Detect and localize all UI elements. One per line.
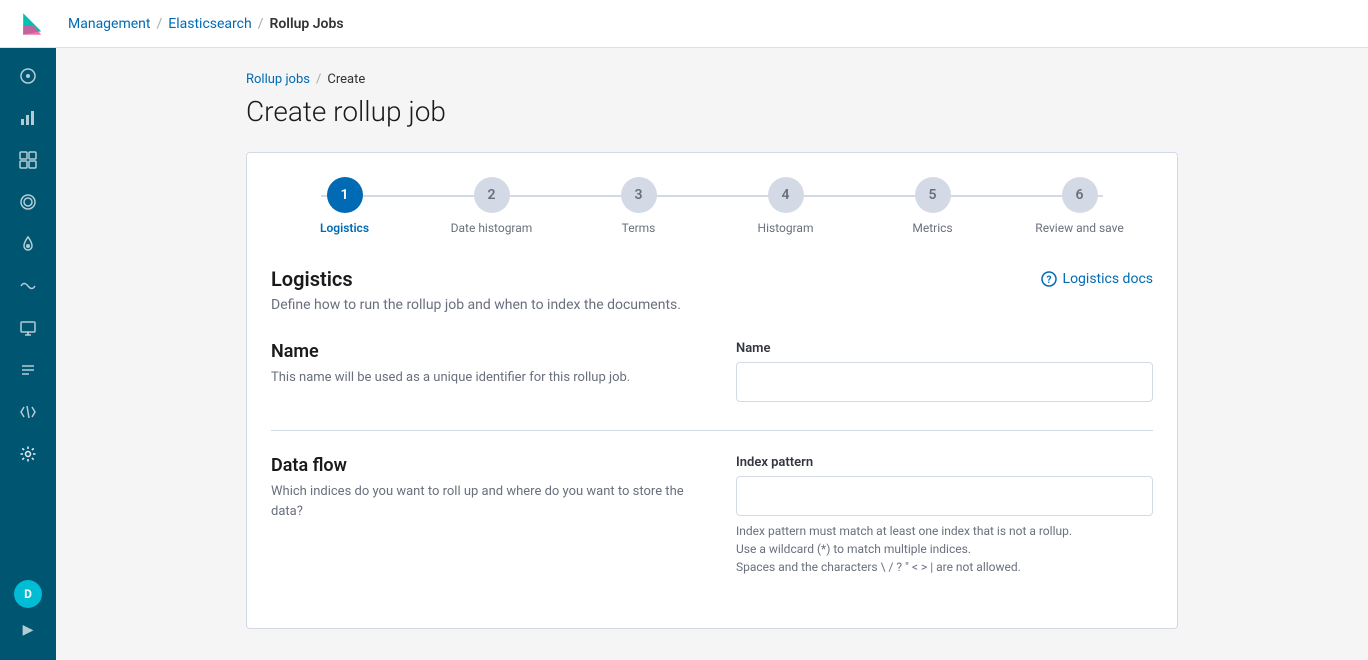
dataflow-form-row: Data flow Which indices do you want to r… xyxy=(271,455,1153,576)
page-breadcrumb: Rollup jobs / Create xyxy=(246,72,1178,87)
sidebar-item-logs[interactable] xyxy=(8,350,48,390)
sidebar-item-management[interactable] xyxy=(8,434,48,474)
topbar: Management / Elasticsearch / Rollup Jobs xyxy=(0,0,1368,48)
step-2-label: Date histogram xyxy=(451,221,533,235)
docs-icon: ? xyxy=(1041,271,1057,287)
index-pattern-label: Index pattern xyxy=(736,455,1153,470)
section-header: Logistics ? Logistics docs xyxy=(271,267,1153,291)
dataflow-form-right: Index pattern Index pattern must match a… xyxy=(736,455,1153,576)
name-field-desc: This name will be used as a unique ident… xyxy=(271,368,688,388)
name-form-left: Name This name will be used as a unique … xyxy=(271,341,688,402)
step-6[interactable]: 6 Review and save xyxy=(1006,177,1153,235)
dataflow-field-desc: Which indices do you want to roll up and… xyxy=(271,482,688,521)
sidebar-item-play[interactable]: ▶ xyxy=(8,610,48,650)
sidebar-item-dashboard[interactable] xyxy=(8,140,48,180)
name-form-right: Name xyxy=(736,341,1153,402)
section-description: Define how to run the rollup job and whe… xyxy=(271,297,1153,313)
page-breadcrumb-current: Create xyxy=(327,72,365,87)
avatar[interactable]: D xyxy=(14,580,42,608)
stepper: 1 Logistics 2 Date histogram 3 Terms 4 H… xyxy=(271,177,1153,235)
step-2-circle: 2 xyxy=(474,177,510,213)
sidebar-item-maps[interactable] xyxy=(8,224,48,264)
step-1-label: Logistics xyxy=(320,221,369,235)
name-field-title: Name xyxy=(271,341,688,362)
logistics-docs-link[interactable]: ? Logistics docs xyxy=(1041,271,1153,287)
breadcrumb-current: Rollup Jobs xyxy=(269,16,343,32)
breadcrumb-management[interactable]: Management xyxy=(68,16,150,32)
name-form-row: Name This name will be used as a unique … xyxy=(271,341,1153,402)
breadcrumb-elasticsearch[interactable]: Elasticsearch xyxy=(168,16,251,32)
name-label: Name xyxy=(736,341,1153,356)
step-5-circle: 5 xyxy=(915,177,951,213)
section-title: Logistics xyxy=(271,267,353,291)
kibana-logo xyxy=(16,6,52,42)
step-3-label: Terms xyxy=(622,221,656,235)
step-2[interactable]: 2 Date histogram xyxy=(418,177,565,235)
dataflow-form-left: Data flow Which indices do you want to r… xyxy=(271,455,688,576)
step-5[interactable]: 5 Metrics xyxy=(859,177,1006,235)
step-3-circle: 3 xyxy=(621,177,657,213)
name-input[interactable] xyxy=(736,362,1153,402)
sidebar-item-devtools[interactable] xyxy=(8,392,48,432)
step-3[interactable]: 3 Terms xyxy=(565,177,712,235)
sidebar: D ▶ xyxy=(0,48,56,660)
divider xyxy=(271,430,1153,431)
step-5-label: Metrics xyxy=(912,221,952,235)
step-1-circle: 1 xyxy=(327,177,363,213)
index-pattern-hint: Index pattern must match at least one in… xyxy=(736,522,1153,576)
step-4-circle: 4 xyxy=(768,177,804,213)
sidebar-item-discover[interactable] xyxy=(8,56,48,96)
sidebar-item-monitoring[interactable] xyxy=(8,308,48,348)
dataflow-field-title: Data flow xyxy=(271,455,688,476)
sidebar-item-canvas[interactable] xyxy=(8,182,48,222)
step-4[interactable]: 4 Histogram xyxy=(712,177,859,235)
sidebar-item-visualize[interactable] xyxy=(8,98,48,138)
index-pattern-input[interactable] xyxy=(736,476,1153,516)
page-breadcrumb-rollup[interactable]: Rollup jobs xyxy=(246,72,310,87)
page-title: Create rollup job xyxy=(246,95,1178,128)
sidebar-bottom: D ▶ xyxy=(8,580,48,660)
wizard-card: 1 Logistics 2 Date histogram 3 Terms 4 H… xyxy=(246,152,1178,629)
step-6-circle: 6 xyxy=(1062,177,1098,213)
step-1[interactable]: 1 Logistics xyxy=(271,177,418,235)
main-content: Rollup jobs / Create Create rollup job 1… xyxy=(56,48,1368,660)
breadcrumb: Management / Elasticsearch / Rollup Jobs xyxy=(68,16,344,32)
step-4-label: Histogram xyxy=(758,221,814,235)
main-layout: D ▶ Rollup jobs / Create Create rollup j… xyxy=(0,48,1368,660)
step-6-label: Review and save xyxy=(1035,221,1123,235)
sidebar-item-ml[interactable] xyxy=(8,266,48,306)
svg-text:?: ? xyxy=(1046,275,1051,286)
